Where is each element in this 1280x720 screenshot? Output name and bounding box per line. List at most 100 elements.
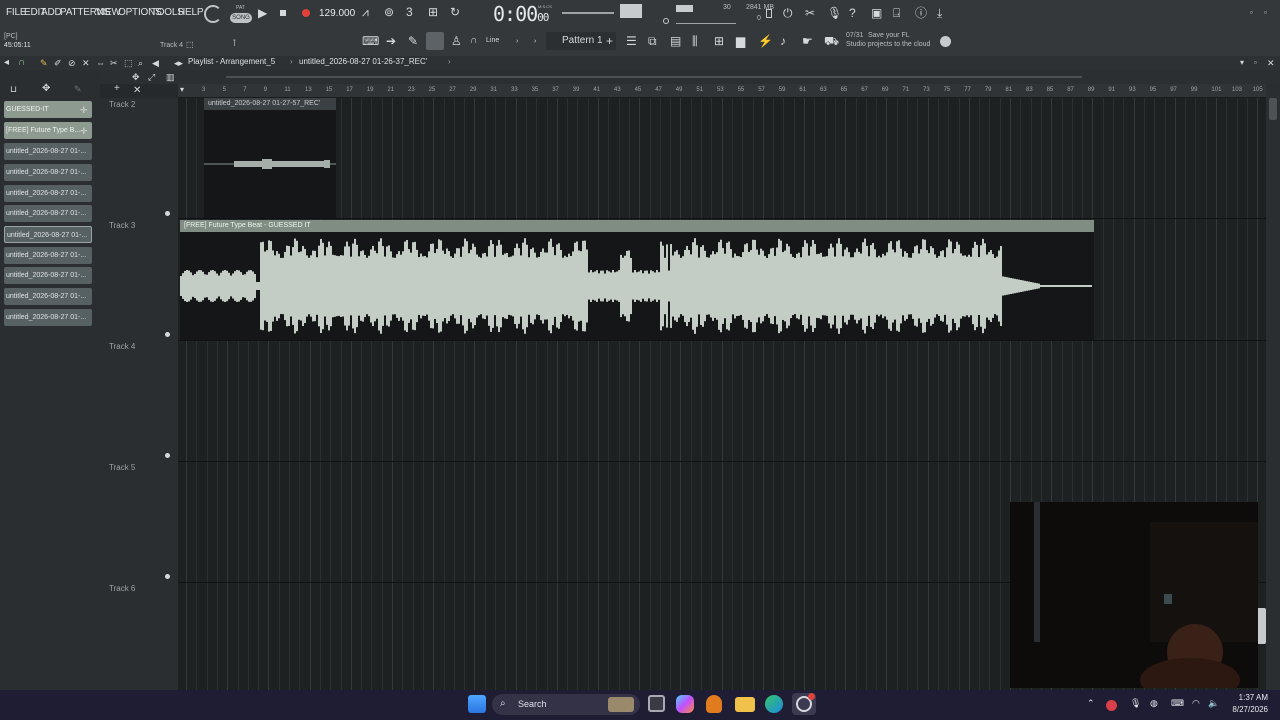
pattern-item[interactable]: untitled_2026-08-27 01-... <box>4 143 92 160</box>
step-edit-icon[interactable]: ⊞ <box>428 5 438 19</box>
arrow-left-icon[interactable]: ◂ <box>4 56 9 70</box>
fl-studio-active-icon[interactable] <box>792 693 816 715</box>
wifi-icon[interactable]: ◠ <box>1192 698 1200 709</box>
pattern-arrow-icon[interactable]: › <box>534 35 536 49</box>
move-icon[interactable]: ✥ <box>132 70 140 84</box>
vertical-scrollbar[interactable] <box>1266 84 1280 690</box>
pattern-item[interactable]: [FREE] Future Type B... <box>4 122 92 139</box>
mute-tool-icon[interactable]: ✕ <box>82 56 90 70</box>
pin-icon[interactable]: ⊺ <box>232 36 237 50</box>
minimize-icon[interactable]: ▫ <box>1250 6 1253 20</box>
copilot-icon[interactable] <box>676 695 694 713</box>
stamp-icon[interactable]: ♙ <box>451 34 462 48</box>
snap-arrow-icon[interactable]: › <box>516 35 518 49</box>
panel-maximize-icon[interactable]: ▫ <box>1254 56 1257 70</box>
playlist-icon[interactable]: ☰ <box>626 34 637 48</box>
track-mute-dot[interactable] <box>165 211 170 216</box>
play-icon[interactable]: ▶ <box>258 6 267 20</box>
track-label[interactable]: Track 3 <box>109 221 135 230</box>
arrow-icon[interactable]: ➔ <box>386 34 396 48</box>
record-pattern-icon[interactable]: ⬚ <box>186 38 194 52</box>
horizontal-scrollbar[interactable] <box>226 76 1082 78</box>
select-tool-icon[interactable]: ⬚ <box>124 56 133 70</box>
track-label[interactable]: Track 5 <box>109 463 135 472</box>
magnet-icon[interactable]: ∩ <box>470 34 477 48</box>
info-icon[interactable]: ⓘ <box>915 6 927 20</box>
delete-tool-icon[interactable]: ⊘ <box>68 56 76 70</box>
menu-help[interactable]: HELP <box>178 7 204 18</box>
restore-icon[interactable]: ▫ <box>1264 6 1267 20</box>
clipboard-icon[interactable]: ▆ <box>736 34 745 48</box>
download-icon[interactable]: ⤓ <box>937 6 942 20</box>
scrollbar-thumb[interactable] <box>1269 98 1277 120</box>
pattern-add-icon[interactable]: ✛ <box>80 103 88 117</box>
brave-icon[interactable] <box>706 695 722 713</box>
song-mode-toggle[interactable]: SONG <box>230 13 252 23</box>
panel-edit-icon[interactable]: ✎ <box>74 82 82 96</box>
tempo-tap-icon[interactable]: ♪ <box>780 34 786 48</box>
cart-icon[interactable]: ⛟ <box>824 34 839 48</box>
track-mute-dot[interactable] <box>165 574 170 579</box>
metronome-icon[interactable]: ⩘ <box>362 5 369 19</box>
audio-clip[interactable]: [FREE] Future Type Beat - GUESSED IT <box>180 220 1094 340</box>
add-track-icon[interactable]: + <box>114 82 120 96</box>
file-explorer-icon[interactable] <box>735 697 755 712</box>
monitor-knob[interactable] <box>663 18 669 24</box>
countdown-icon[interactable]: 3 <box>406 5 413 19</box>
stop-icon[interactable] <box>280 10 286 16</box>
slip-tool-icon[interactable]: ⇔ <box>96 56 105 70</box>
pattern-item[interactable]: untitled_2026-08-27 01-... <box>4 247 92 264</box>
search-box[interactable]: ⌕ Search <box>492 694 640 715</box>
paint-tool-icon[interactable]: ✐ <box>54 56 62 70</box>
playback-tool-icon[interactable]: ◀ <box>152 56 159 70</box>
task-view-icon[interactable] <box>648 695 665 712</box>
tray-mic-icon[interactable]: 🎙 <box>1130 698 1141 709</box>
pattern-item[interactable]: GUESSED-IT <box>4 101 92 118</box>
menu-add[interactable]: ADD <box>41 7 62 18</box>
track-mute-dot[interactable] <box>165 453 170 458</box>
help-icon[interactable]: ? <box>849 6 856 20</box>
volume-icon[interactable]: 🔈 <box>1208 698 1219 709</box>
panel-move-icon[interactable]: ✥ <box>42 82 50 96</box>
track-mute-dot[interactable] <box>165 332 170 337</box>
microphone-icon[interactable]: 🎙 <box>827 6 842 20</box>
record-icon[interactable] <box>302 9 310 17</box>
panel-close-icon[interactable]: ✕ <box>1267 56 1275 70</box>
pattern-item[interactable]: untitled_2026-08-27 01-... <box>4 267 92 284</box>
clock-time[interactable]: 1:37 AM <box>1230 693 1268 702</box>
pattern-item[interactable]: untitled_2026-08-27 01-... <box>4 185 92 202</box>
pencil-icon[interactable]: ✎ <box>408 34 418 48</box>
brush-tool-button[interactable] <box>426 32 444 50</box>
track-label[interactable]: Track 6 <box>109 584 135 593</box>
crumb-arrow-icon[interactable]: › <box>448 57 451 66</box>
pattern-item[interactable]: untitled_2026-08-27 01-... <box>4 205 92 222</box>
mixer-icon[interactable]: ⫼ <box>692 34 698 48</box>
cloud-icon[interactable] <box>940 36 951 47</box>
panel-view-icon[interactable]: ⊔ <box>10 82 17 96</box>
plugin-icon[interactable]: ⚡ <box>758 34 773 48</box>
loop-record-icon[interactable]: ↻ <box>450 5 460 19</box>
pattern-item[interactable]: untitled_2026-08-27 01-... <box>4 309 92 326</box>
keyboard-icon[interactable]: ⌨ <box>362 34 379 48</box>
tray-keyboard-icon[interactable]: ⌨ <box>1171 698 1184 709</box>
link-icon[interactable]: ⤢ <box>148 70 155 84</box>
browser-icon[interactable]: ⊞ <box>714 34 724 48</box>
save-icon[interactable]: ▣ <box>871 6 882 20</box>
audio-clip[interactable]: untitled_2026-08-27 01-27-57_REC' <box>204 98 336 218</box>
add-pattern-icon[interactable]: + <box>606 34 613 48</box>
playlist-arrow-icon[interactable]: ◂▸ <box>174 56 183 70</box>
channel-rack-icon[interactable]: ▤ <box>670 34 681 48</box>
playhead-marker[interactable]: ▾ <box>180 85 184 94</box>
zoom-tool-icon[interactable]: ⌕ <box>138 56 143 70</box>
track-label[interactable]: Track 4 <box>109 342 135 351</box>
clock-date[interactable]: 8/27/2026 <box>1228 705 1268 714</box>
master-volume-slider[interactable] <box>562 12 614 14</box>
draw-tool-icon[interactable]: ✎ <box>40 56 48 70</box>
start-icon[interactable] <box>468 695 486 713</box>
pattern-item[interactable]: untitled_2026-08-27 01-... <box>4 226 92 243</box>
piano-roll-icon[interactable]: ⧉ <box>648 34 657 48</box>
slice-tool-icon[interactable]: ✂ <box>110 56 118 70</box>
tray-app-icon[interactable] <box>1106 700 1117 711</box>
tray-chevron-icon[interactable]: ⌃ <box>1087 698 1095 709</box>
timeline-ruler[interactable]: ▾ 3 5 7 9 11 13 15 17 19 21 23 25 27 29 31 33 35 37 39 41 43… <box>178 84 1266 98</box>
